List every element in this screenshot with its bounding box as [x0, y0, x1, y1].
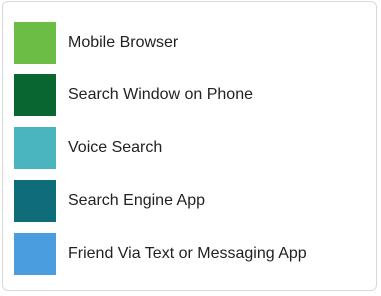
legend-swatch: [14, 21, 56, 64]
legend-item-search-window-on-phone: Search Window on Phone: [14, 73, 374, 116]
legend-label: Search Window on Phone: [68, 85, 253, 103]
legend-swatch: [14, 232, 56, 275]
chart-legend: Mobile Browser Search Window on Phone Vo…: [2, 1, 377, 291]
legend-item-voice-search: Voice Search: [14, 126, 374, 169]
legend-label: Friend Via Text or Messaging App: [68, 244, 307, 262]
legend-swatch: [14, 126, 56, 169]
legend-label: Voice Search: [68, 138, 163, 156]
legend-item-friend-via-text-or-messaging-app: Friend Via Text or Messaging App: [14, 232, 374, 275]
legend-item-mobile-browser: Mobile Browser: [14, 21, 374, 64]
legend-item-search-engine-app: Search Engine App: [14, 179, 374, 222]
legend-label: Mobile Browser: [68, 33, 179, 51]
legend-swatch: [14, 73, 56, 116]
legend-swatch: [14, 179, 56, 222]
legend-label: Search Engine App: [68, 191, 205, 209]
